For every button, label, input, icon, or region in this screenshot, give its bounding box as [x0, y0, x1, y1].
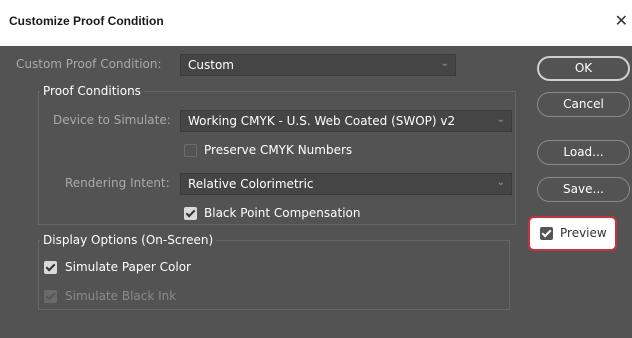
rendering-intent-label: Rendering Intent: [65, 176, 170, 190]
preserve-cmyk-label: Preserve CMYK Numbers [204, 143, 353, 157]
custom-proof-condition-select[interactable]: Custom ⌄ [180, 54, 456, 76]
display-options-legend: Display Options (On-Screen) [40, 233, 217, 247]
rendering-intent-select[interactable]: Relative Colorimetric ⌄ [180, 173, 512, 195]
device-to-simulate-value: Working CMYK - U.S. Web Coated (SWOP) v2 [188, 114, 456, 128]
ok-button[interactable]: OK [537, 56, 630, 81]
save-button[interactable]: Save... [537, 177, 630, 202]
preview-label: Preview [560, 226, 607, 240]
chevron-down-icon: ⌄ [496, 114, 505, 125]
title-bar: Customize Proof Condition ✕ [0, 0, 632, 46]
black-point-compensation-label: Black Point Compensation [204, 206, 361, 220]
simulate-paper-color-checkbox[interactable] [44, 261, 57, 274]
proof-conditions-legend: Proof Conditions [40, 84, 144, 98]
load-button[interactable]: Load... [537, 140, 630, 165]
customize-proof-condition-dialog: Customize Proof Condition ✕ Custom Proof… [0, 0, 632, 338]
device-to-simulate-select[interactable]: Working CMYK - U.S. Web Coated (SWOP) v2… [180, 110, 512, 132]
custom-proof-condition-value: Custom [188, 58, 234, 72]
chevron-down-icon: ⌄ [496, 177, 505, 188]
cancel-button[interactable]: Cancel [537, 92, 630, 117]
preview-highlight: Preview [528, 216, 617, 251]
rendering-intent-value: Relative Colorimetric [188, 177, 314, 191]
preview-checkbox[interactable] [540, 227, 553, 240]
simulate-paper-color-label: Simulate Paper Color [65, 260, 191, 274]
simulate-black-ink-label: Simulate Black Ink [65, 289, 177, 303]
black-point-compensation-checkbox[interactable] [184, 207, 197, 220]
dialog-title: Customize Proof Condition [9, 14, 164, 28]
chevron-down-icon: ⌄ [440, 58, 449, 69]
simulate-black-ink-checkbox[interactable] [44, 290, 57, 303]
device-to-simulate-label: Device to Simulate: [53, 113, 171, 127]
preserve-cmyk-checkbox[interactable] [184, 144, 197, 157]
close-icon[interactable]: ✕ [615, 11, 628, 30]
custom-proof-condition-label: Custom Proof Condition: [16, 57, 162, 71]
